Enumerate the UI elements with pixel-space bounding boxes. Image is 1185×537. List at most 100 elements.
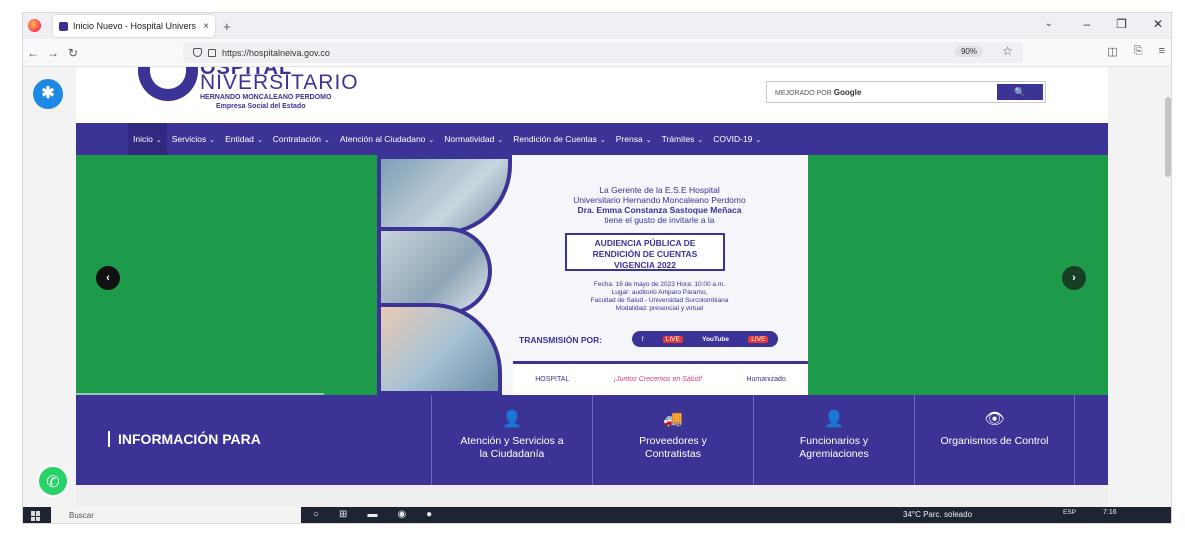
taskbar-clock[interactable]: 7:16 [1103,509,1117,516]
banner-text: tiene el gusto de invitarle a la [604,215,715,225]
banner-text: La Gerente de la E.S.E Hospital [599,185,720,195]
google-search-input[interactable]: MEJORADO POR Google 🔍 [766,81,1046,103]
banner-footer-logo: HOSPITAL [535,376,570,383]
chevron-down-icon: ⌄ [256,137,263,144]
minimize-button[interactable]: – [1083,17,1090,31]
banner-photo-1 [377,155,512,235]
info-card-ciudadania[interactable]: 👤 Atención y Servicios a la Ciudadanía [431,395,592,485]
tab-close-icon[interactable]: × [203,21,209,32]
banner-detail: Fecha: 16 de mayo de 2023 Hora: 10:00 a.… [593,281,726,288]
taskbar-language[interactable]: ESP [1063,509,1076,516]
chevron-down-icon: ⌄ [209,137,216,144]
tab-hospital[interactable]: Inicio Nuevo - Hospital Univers × [53,15,215,37]
eye-icon: 👁 [984,411,1005,428]
logo-subtitle: HERNANDO MONCALEANO PERDOMO [200,94,332,101]
restore-button[interactable]: ❐ [1116,17,1127,31]
zoom-level[interactable]: 90% [954,46,983,57]
menu-item-covid[interactable]: COVID-19 ⌄ [708,123,766,155]
menu-item-rendicion[interactable]: Rendición de Cuentas ⌄ [508,123,611,155]
taskbar-search-input[interactable]: Buscar [51,507,301,523]
window-controls: – ❐ ✕ [1083,17,1163,31]
toolbar-right: ◫ ⎘ ≡ [1107,45,1165,58]
lock-icon[interactable] [208,48,216,57]
taskbar-weather[interactable]: 34°C Parc. soleado [903,510,972,519]
banner-text: Dra. Emma Constanza Sastoque Meñaca [577,205,742,215]
close-window-button[interactable]: ✕ [1153,17,1163,31]
banner-transmision: TRANSMISIÓN POR: [519,335,603,345]
info-card-proveedores[interactable]: 🚚 Proveedores y Contratistas [592,395,753,485]
logo-tagline: Empresa Social del Estado [216,103,306,110]
extensions-icon[interactable]: ⎘ [1134,45,1143,58]
menu-item-inicio[interactable]: Inicio ⌄ [128,123,167,155]
menu-item-entidad[interactable]: Entidad ⌄ [220,123,268,155]
youtube-icon: YouTube [702,335,729,343]
slider-prev-button[interactable]: ‹ [96,266,120,290]
chevron-down-icon: ⌄ [155,137,162,144]
employee-icon: 👤 [824,411,844,428]
hero-slider: La Gerente de la E.S.E Hospital Universi… [76,155,1108,395]
bookmark-star-icon[interactable]: ☆ [1002,44,1013,58]
menu-icon[interactable]: ≡ [1159,45,1165,58]
pocket-icon[interactable]: ◫ [1107,45,1117,58]
menu-item-normatividad[interactable]: Normatividad ⌄ [439,123,508,155]
chevron-down-icon: ⌄ [645,137,652,144]
live-badge: LIVE [748,335,769,343]
url-bar[interactable]: https://hospitalneiva.gov.co [183,42,1023,63]
chevron-down-icon: ⌄ [697,137,704,144]
menu-item-tramites[interactable]: Trámites ⌄ [657,123,709,155]
accessibility-icon[interactable]: ✱ [33,79,63,109]
slider-next-button[interactable]: › [1062,266,1086,290]
browser-window: Inicio Nuevo - Hospital Univers × + ⌄ – … [22,12,1172,524]
banner-detail: Lugar: auditorio Amparo Páramo, [611,289,708,296]
new-tab-button[interactable]: + [223,19,231,34]
live-badge: LIVE [662,335,683,343]
banner-social-pill: f LIVE YouTube LIVE [632,331,778,347]
url-text[interactable]: https://hospitalneiva.gov.co [222,48,330,58]
chevron-down-icon: ⌄ [324,137,330,144]
logo-text-main[interactable]: NIVERSITARIO [200,71,359,95]
site-content: OSPITAL NIVERSITARIO HERNANDO MONCALEANO… [76,67,1108,523]
search-placeholder: MEJORADO POR Google [775,88,862,97]
menu-item-contratacion[interactable]: Contratación ⌄ [268,123,335,155]
task-view-icon[interactable]: ⊞ [339,509,347,520]
whatsapp-icon[interactable]: ✆ [37,465,69,497]
forward-icon[interactable]: → [43,46,63,60]
info-title: INFORMACIÓN PARA [108,431,261,447]
windows-start-icon[interactable] [31,511,41,521]
edge-icon[interactable]: ◉ [397,509,406,520]
scrollbar[interactable] [1165,97,1171,177]
search-button[interactable]: 🔍 [997,84,1043,100]
taskbar-apps: ○ ⊞ ▬ ◉ ● [313,509,432,520]
info-card-organismos[interactable]: 👁 Organismos de Control [914,395,1075,485]
banner-footer: HOSPITAL ¡Juntos Crecemos en Salud! Huma… [513,361,808,395]
page-viewport: OSPITAL NIVERSITARIO HERNANDO MONCALEANO… [23,67,1171,523]
menu-item-prensa[interactable]: Prensa ⌄ [611,123,657,155]
tab-title: Inicio Nuevo - Hospital Univers [73,21,197,31]
site-header: OSPITAL NIVERSITARIO HERNANDO MONCALEANO… [76,67,1108,123]
banner-text: Universitario Hernando Moncaleano Perdom… [573,195,746,205]
list-tabs-icon[interactable]: ⌄ [1045,18,1053,29]
tab-bar: Inicio Nuevo - Hospital Univers × + ⌄ – … [23,13,1171,39]
chevron-down-icon: ⌄ [599,137,606,144]
firefox-logo-icon[interactable] [28,19,41,32]
banner-detail: Facultad de Salud - Universidad Surcolom… [590,297,729,304]
facebook-icon: f [641,335,644,343]
search-icon[interactable]: ○ [313,509,319,520]
windows-taskbar: Buscar ○ ⊞ ▬ ◉ ● 34°C Parc. soleado ESP … [23,507,1171,523]
reload-icon[interactable]: ↻ [63,46,83,60]
tracking-shield-icon[interactable] [193,48,202,57]
info-card-funcionarios[interactable]: 👤 Funcionarios y Agremiaciones [753,395,914,485]
hospital-logo-icon[interactable] [138,67,198,101]
info-section: INFORMACIÓN PARA 👤 Atención y Servicios … [76,395,1108,485]
back-icon[interactable]: ← [23,46,43,60]
file-explorer-icon[interactable]: ▬ [367,509,377,520]
menu-item-servicios[interactable]: Servicios ⌄ [167,123,220,155]
firefox-icon[interactable]: ● [426,509,432,520]
chevron-down-icon: ⌄ [428,137,435,144]
chevron-down-icon: ⌄ [755,137,762,144]
menu-item-atencion[interactable]: Atención al Ciudadano ⌄ [335,123,439,155]
banner-image[interactable]: La Gerente de la E.S.E Hospital Universi… [377,155,808,395]
banner-footer-slogan: ¡Juntos Crecemos en Salud! [613,376,703,383]
banner-detail: Modalidad: presencial y virtual [615,305,704,312]
banner-photo-2 [377,227,492,315]
